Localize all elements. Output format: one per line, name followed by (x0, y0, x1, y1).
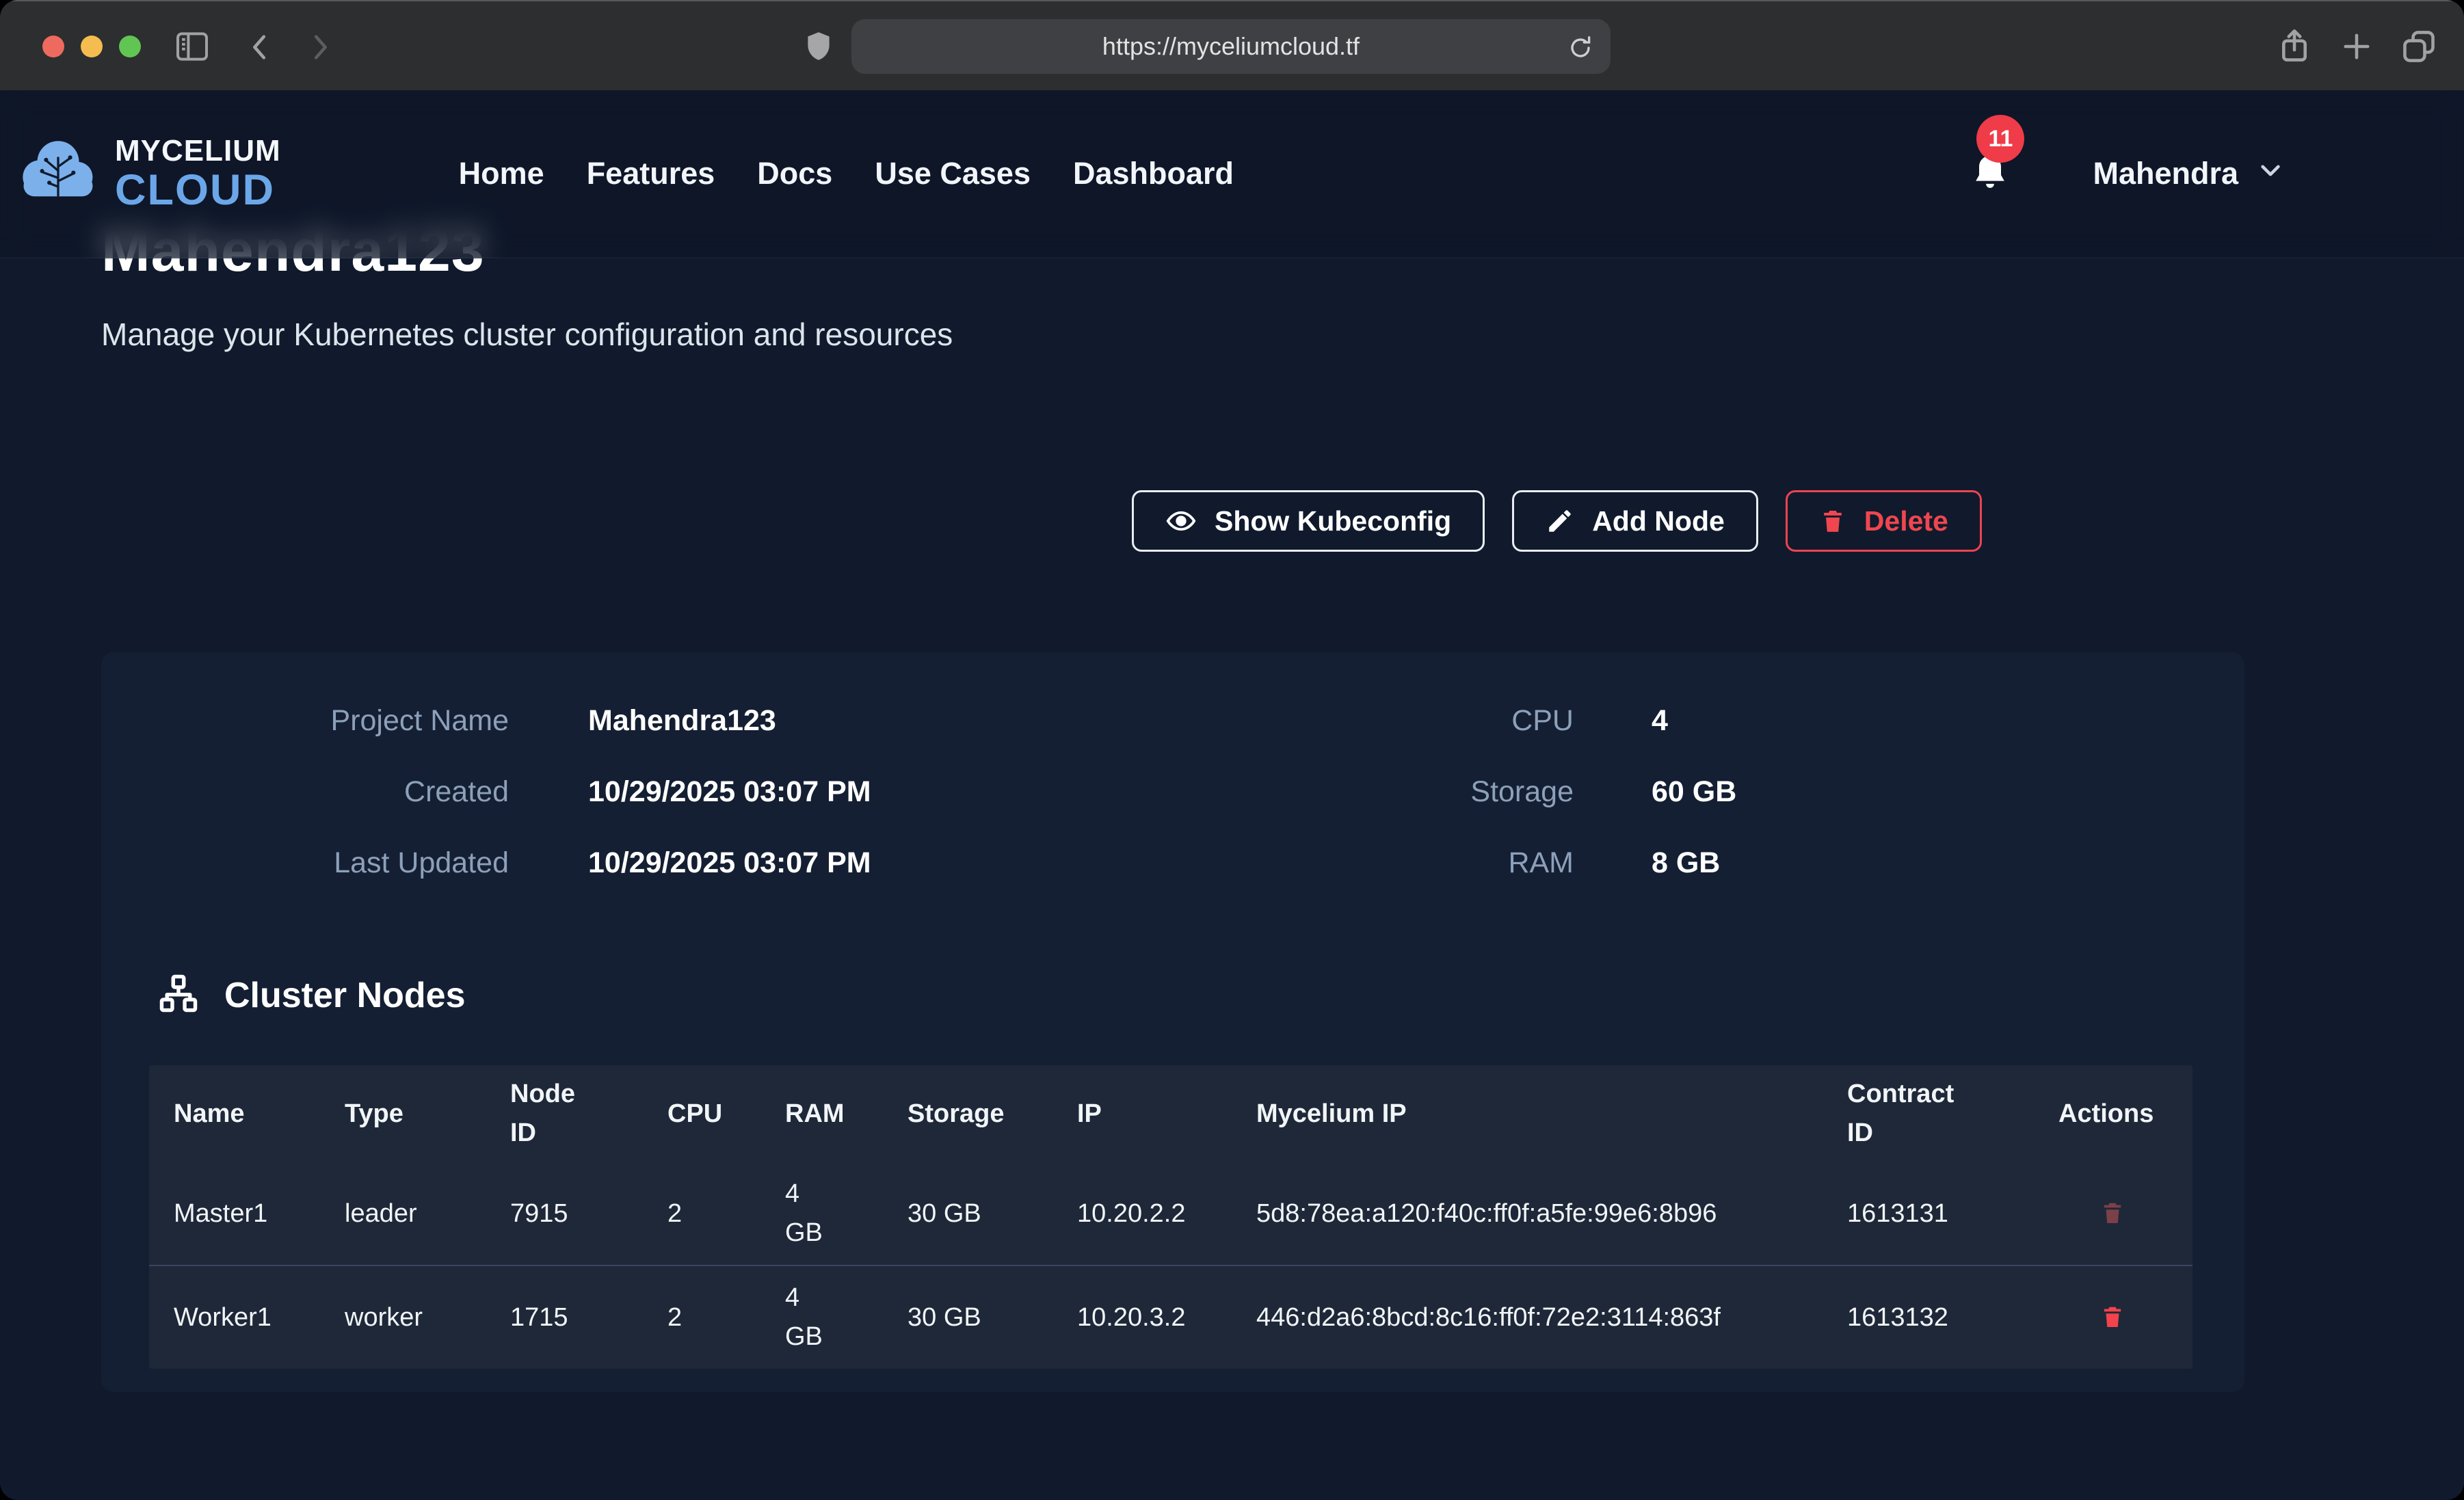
back-icon[interactable] (245, 30, 276, 64)
new-tab-icon[interactable] (2339, 29, 2374, 64)
table-header-row: Name Type Node ID CPU RAM Storage IP Myc… (149, 1065, 2193, 1162)
table-row: Worker1 worker 1715 2 4 GB 30 GB 10.20.3… (149, 1265, 2193, 1369)
created-label: Created (101, 775, 509, 809)
storage-label: Storage (1127, 775, 1574, 809)
privacy-shield-icon[interactable] (802, 26, 836, 67)
col-node-id: Node ID (486, 1065, 643, 1162)
node-contract-id: 1613132 (1823, 1266, 2034, 1369)
cluster-info: Project Name Mahendra123 Created 10/29/202… (101, 685, 2244, 898)
add-node-button[interactable]: Add Node (1512, 490, 1758, 552)
browser-toolbar: https://myceliumcloud.tf (0, 0, 2464, 90)
page-content: Mahendra123 Manage your Kubernetes clust… (0, 90, 2464, 1500)
show-kubeconfig-button[interactable]: Show Kubeconfig (1132, 490, 1485, 552)
cpu-label: CPU (1127, 704, 1574, 738)
trash-icon (2099, 1324, 2125, 1334)
page-subtitle: Manage your Kubernetes cluster configura… (101, 316, 953, 353)
node-contract-id: 1613131 (1823, 1162, 2034, 1265)
col-contract-id: Contract ID (1823, 1065, 2034, 1162)
col-ram: RAM (760, 1065, 883, 1162)
node-id: 7915 (486, 1162, 643, 1265)
browser-window: https://myceliumcloud.tf Mahendra123 Man (0, 0, 2464, 1500)
ram-label: RAM (1127, 846, 1574, 880)
cluster-action-bar: Show Kubeconfig Add Node Delete (1132, 490, 1982, 552)
node-name: Master1 (149, 1162, 320, 1265)
delete-node-button[interactable] (2099, 1198, 2125, 1230)
notifications-button[interactable]: 11 (1968, 146, 2012, 201)
chevron-down-icon (2256, 156, 2285, 192)
node-ram: 4 GB (760, 1266, 883, 1369)
nav-dashboard[interactable]: Dashboard (1073, 156, 1234, 191)
user-menu[interactable]: Mahendra (2093, 156, 2285, 192)
delete-cluster-button[interactable]: Delete (1786, 490, 1982, 552)
node-type: leader (320, 1162, 486, 1265)
cpu-value: 4 (1652, 704, 1668, 738)
bell-icon (1968, 192, 2012, 204)
node-cpu: 2 (643, 1162, 760, 1265)
nav-home[interactable]: Home (459, 156, 544, 191)
last-updated-value: 10/29/2025 03:07 PM (588, 846, 871, 880)
col-actions: Actions (2034, 1065, 2193, 1162)
forward-icon[interactable] (304, 30, 335, 64)
project-name-label: Project Name (101, 704, 509, 738)
trash-icon (1819, 506, 1846, 536)
sidebar-toggle-icon[interactable] (172, 27, 212, 66)
logo-line2: CLOUD (115, 169, 281, 212)
tab-overview-icon[interactable] (2399, 26, 2439, 67)
main-nav: Home Features Docs Use Cases Dashboard (459, 156, 1234, 191)
share-icon[interactable] (2275, 23, 2314, 68)
last-updated-label: Last Updated (101, 846, 509, 880)
cluster-nodes-table: Name Type Node ID CPU RAM Storage IP Myc… (149, 1065, 2193, 1369)
address-bar[interactable]: https://myceliumcloud.tf (851, 19, 1611, 74)
node-mycelium-ip: 5d8:78ea:a120:f40c:ff0f:a5fe:99e6:8b96 (1232, 1162, 1823, 1265)
col-mycelium-ip: Mycelium IP (1232, 1065, 1823, 1162)
ram-value: 8 GB (1652, 846, 1720, 880)
col-name: Name (149, 1065, 320, 1162)
notification-badge: 11 (1976, 115, 2024, 163)
created-value: 10/29/2025 03:07 PM (588, 775, 871, 809)
delete-node-button[interactable] (2099, 1302, 2125, 1334)
cluster-nodes-heading: Cluster Nodes (157, 972, 466, 1018)
node-mycelium-ip: 446:d2a6:8bcd:8c16:ff0f:72e2:3114:863f (1232, 1266, 1823, 1369)
close-window-button[interactable] (42, 36, 64, 57)
node-storage: 30 GB (883, 1266, 1052, 1369)
node-type: worker (320, 1266, 486, 1369)
col-cpu: CPU (643, 1065, 760, 1162)
cluster-details-panel: Project Name Mahendra123 Created 10/29/202… (101, 652, 2244, 1392)
mycelium-cloud-logo-icon (18, 135, 98, 213)
node-name: Worker1 (149, 1266, 320, 1369)
col-ip: IP (1052, 1065, 1232, 1162)
logo-line1: MYCELIUM (115, 136, 281, 166)
user-name: Mahendra (2093, 156, 2238, 191)
col-type: Type (320, 1065, 486, 1162)
node-id: 1715 (486, 1266, 643, 1369)
eye-icon (1165, 505, 1197, 537)
trash-icon (2099, 1220, 2125, 1230)
project-name-value: Mahendra123 (588, 704, 776, 738)
pencil-icon (1546, 507, 1574, 535)
site-logo[interactable]: MYCELIUM CLOUD (18, 135, 281, 213)
node-ram: 4 GB (760, 1162, 883, 1265)
node-storage: 30 GB (883, 1162, 1052, 1265)
nav-features[interactable]: Features (587, 156, 715, 191)
nav-use-cases[interactable]: Use Cases (875, 156, 1031, 191)
node-ip: 10.20.2.2 (1052, 1162, 1232, 1265)
storage-value: 60 GB (1652, 775, 1736, 809)
node-cpu: 2 (643, 1266, 760, 1369)
site-header: MYCELIUM CLOUD Home Features Docs Use Ca… (0, 90, 2464, 258)
table-row: Master1 leader 7915 2 4 GB 30 GB 10.20.2… (149, 1162, 2193, 1265)
nav-docs[interactable]: Docs (757, 156, 832, 191)
minimize-window-button[interactable] (81, 36, 103, 57)
network-icon (157, 972, 200, 1018)
reload-icon[interactable] (1567, 33, 1594, 66)
node-ip: 10.20.3.2 (1052, 1266, 1232, 1369)
zoom-window-button[interactable] (119, 36, 141, 57)
col-storage: Storage (883, 1065, 1052, 1162)
table-body: Master1 leader 7915 2 4 GB 30 GB 10.20.2… (149, 1162, 2193, 1369)
url-text: https://myceliumcloud.tf (1102, 32, 1360, 61)
